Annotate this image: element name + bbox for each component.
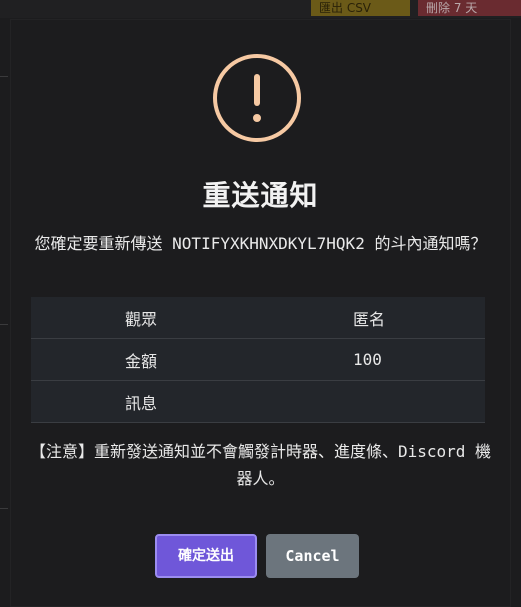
exclamation-circle-icon: [213, 54, 301, 142]
table-key-message: 訊息: [31, 380, 255, 423]
table-row: 金額 100: [31, 338, 485, 381]
dialog-title: 重送通知: [202, 179, 319, 212]
table-key-viewer: 觀眾: [31, 297, 255, 339]
background-divider: [0, 76, 8, 77]
page: 匯出 CSV 刪除 7 天 重送通知 您確定要重新傳送 NOTIFYXKHNXD…: [0, 0, 521, 607]
dialog-message: 您確定要重新傳送 NOTIFYXKHNXDKYL7HQK2 的斗內通知嗎？: [34, 234, 487, 253]
table-value-viewer: 匿名: [255, 297, 485, 339]
table-value-message: [255, 380, 485, 423]
cancel-button[interactable]: Cancel: [266, 534, 359, 578]
background-divider: [0, 508, 8, 509]
table-key-amount: 金額: [31, 338, 255, 381]
table-row: 觀眾 匿名: [31, 297, 485, 339]
table-value-amount: 100: [255, 338, 485, 381]
dialog-note: 【注意】重新發送通知並不會觸發計時器、進度條、Discord 機器人。: [29, 442, 492, 488]
confirm-send-button[interactable]: 確定送出: [155, 534, 257, 578]
delete-old-button[interactable]: 刪除 7 天: [418, 0, 521, 16]
export-csv-button[interactable]: 匯出 CSV: [311, 0, 410, 16]
background-divider: [0, 324, 8, 325]
notification-info-table: 觀眾 匿名 金額 100 訊息: [31, 297, 485, 423]
table-row: 訊息: [31, 380, 485, 423]
